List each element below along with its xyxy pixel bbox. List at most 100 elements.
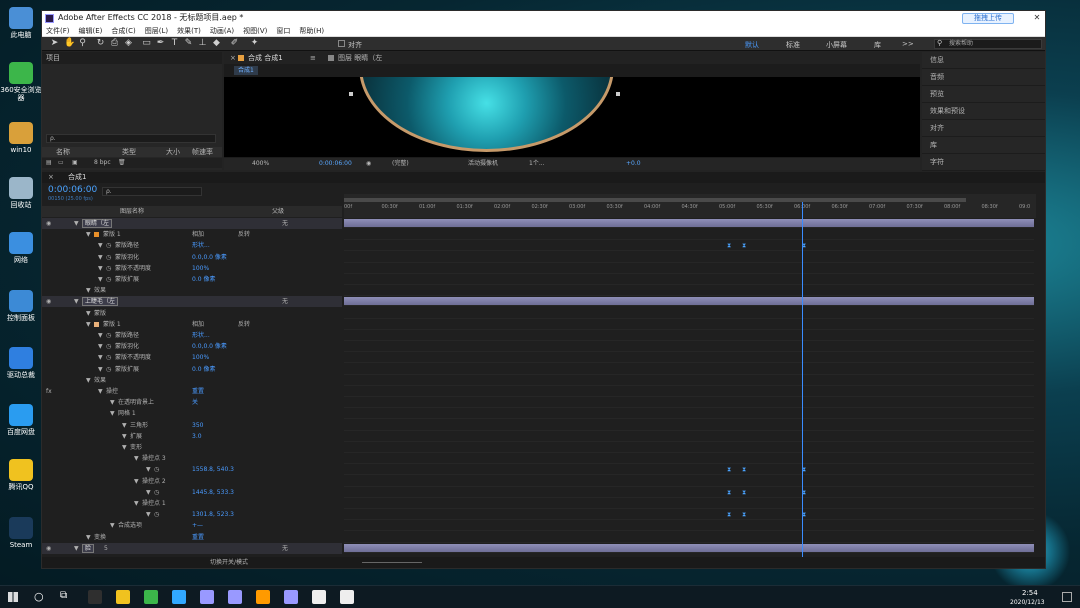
property-row[interactable]: ▼ ◷ 蒙版路径 形状... [42, 330, 342, 341]
property-row[interactable]: ▼ 效果 [42, 375, 342, 386]
property-value[interactable]: 1301.8, 523.3 [192, 509, 234, 520]
close-tab-icon[interactable]: × [230, 52, 236, 64]
right-panel-item[interactable]: 信息 [922, 52, 1045, 69]
hand-tool-icon[interactable]: ✋ [64, 39, 75, 48]
search-icon[interactable]: ○ [34, 590, 44, 603]
property-value[interactable]: 重置 [192, 532, 204, 543]
current-time-indicator[interactable] [802, 202, 803, 567]
track-row[interactable] [344, 375, 1034, 386]
twirl-icon[interactable]: ▼ [98, 274, 103, 285]
brush-tool-icon[interactable]: ✎ [184, 39, 193, 48]
twirl-icon[interactable]: ▼ [98, 252, 103, 263]
property-row[interactable]: ▼ 蒙版 [42, 308, 342, 319]
twirl-icon[interactable]: ▼ [98, 364, 103, 375]
right-panel-item[interactable]: 字符 [922, 154, 1045, 171]
property-row[interactable]: ▼ ◷ 蒙版路径 形状... [42, 240, 342, 251]
property-row[interactable]: ▼ ◷ 1558.8, 540.3 [42, 464, 342, 475]
mask-color-swatch[interactable] [94, 321, 99, 327]
property-row[interactable]: ▼ ◷ 1445.8, 533.3 [42, 487, 342, 498]
desktop-icon[interactable]: 网络 [0, 232, 42, 264]
taskbar-app-icon[interactable] [116, 590, 130, 604]
puppet-pin[interactable] [616, 92, 620, 96]
twirl-icon[interactable]: ▼ [86, 285, 91, 296]
track-row[interactable] [344, 352, 1034, 364]
twirl-icon[interactable]: ▼ [98, 263, 103, 274]
mask-mode-select[interactable]: 相加 [192, 229, 204, 240]
camera-select[interactable]: 活动摄像机 [468, 158, 498, 170]
taskbar-app-icon[interactable] [88, 590, 102, 604]
property-row[interactable]: ▼ ◷ 蒙版羽化 0.0,0.0 像素 [42, 341, 342, 352]
workspace-standard[interactable]: 标准 [786, 40, 800, 50]
work-area-bar[interactable] [344, 198, 966, 202]
property-row[interactable]: ▼ 操控点 1 [42, 498, 342, 509]
property-row[interactable]: ▼ ◷ 1301.8, 523.3 [42, 509, 342, 520]
twirl-icon[interactable]: ▼ [134, 453, 139, 464]
close-tab-icon[interactable]: × [48, 172, 54, 183]
twirl-icon[interactable]: ▼ [110, 397, 115, 408]
keyframe-icon[interactable]: ⧗ [742, 489, 747, 495]
right-panel-item[interactable]: 对齐 [922, 120, 1045, 137]
keyframe-icon[interactable]: ⧗ [727, 512, 732, 518]
track-row[interactable] [344, 408, 1034, 420]
current-time-display[interactable]: 0:00:06:00 [319, 158, 352, 170]
taskbar-date[interactable]: 2020/12/13 [1010, 599, 1045, 606]
views-select[interactable]: 1个... [529, 158, 545, 170]
fx-icon[interactable]: fx [46, 386, 52, 397]
taskbar-app-icon[interactable] [228, 590, 242, 604]
right-panel-item[interactable]: 预览 [922, 86, 1045, 103]
workspace-default[interactable]: 默认 [745, 40, 759, 50]
taskbar-time[interactable]: 2:54 [1022, 589, 1038, 597]
menu-item[interactable]: 视图(V) [243, 27, 267, 35]
property-value[interactable]: 0.0 像素 [192, 364, 215, 375]
right-panel-item[interactable]: 效果和预设 [922, 103, 1045, 120]
search-help-input[interactable]: 搜索帮助 [934, 39, 1042, 49]
twirl-icon[interactable]: ▼ [98, 330, 103, 341]
track-row[interactable] [344, 442, 1034, 453]
track-row[interactable] [344, 386, 1034, 397]
visibility-icon[interactable]: ◉ [46, 296, 51, 307]
track-row[interactable] [344, 319, 1034, 330]
taskbar-app-icon[interactable] [312, 590, 326, 604]
twirl-icon[interactable]: ▼ [134, 498, 139, 509]
track-row[interactable] [344, 431, 1034, 442]
property-value[interactable]: 形状... [192, 240, 210, 251]
property-row[interactable]: ▼ 扩展 3.0 [42, 431, 342, 442]
taskbar-app-icon[interactable] [340, 590, 354, 604]
parent-select[interactable]: 无 [282, 218, 288, 229]
property-row[interactable]: ▼ ◷ 蒙版扩展 0.0 像素 [42, 274, 342, 285]
taskbar-app-icon[interactable] [284, 590, 298, 604]
property-row[interactable]: ▼ 变形 [42, 442, 342, 453]
stopwatch-icon[interactable]: ◷ [154, 487, 159, 498]
exposure-value[interactable]: +0.0 [626, 158, 641, 170]
desktop-icon[interactable]: 腾讯QQ [0, 459, 42, 491]
magnification-select[interactable]: 400% [252, 158, 269, 170]
rotate-tool-icon[interactable]: ↻ [96, 39, 105, 48]
track-row[interactable]: ⧗ ⧗ ⧗ [344, 464, 1034, 476]
interpret-footage-icon[interactable]: ▤ [46, 158, 52, 168]
timeline-search-input[interactable]: ρ. [102, 187, 202, 196]
twirl-icon[interactable]: ▼ [74, 218, 79, 229]
workspace-small-screen[interactable]: 小屏幕 [826, 40, 847, 50]
property-value[interactable]: 0.0,0.0 像素 [192, 252, 227, 263]
layer-row[interactable]: ▼ ◉ 5 脸 无 [42, 542, 342, 554]
menu-item[interactable]: 图层(L) [145, 27, 168, 35]
twirl-icon[interactable]: ▼ [86, 375, 91, 386]
taskbar-app-icon[interactable] [256, 590, 270, 604]
toggle-switches-modes[interactable]: 切换开关/模式 [210, 557, 248, 568]
trash-icon[interactable]: 🗑 [118, 158, 126, 168]
mask-mode-select[interactable]: 相加 [192, 319, 204, 330]
parent-column[interactable]: 父级 [272, 206, 284, 217]
taskbar-app-icon[interactable] [200, 590, 214, 604]
type-tool-icon[interactable]: T [170, 39, 179, 48]
column-framerate[interactable]: 帧速率 [192, 147, 213, 157]
property-value[interactable]: 0.0,0.0 像素 [192, 341, 227, 352]
keyframe-icon[interactable]: ⧗ [727, 243, 732, 249]
stopwatch-icon[interactable]: ◷ [106, 274, 111, 285]
twirl-icon[interactable]: ▼ [98, 240, 103, 251]
right-panel-item[interactable]: 音频 [922, 69, 1045, 86]
selection-tool-icon[interactable]: ➤ [50, 39, 59, 48]
timeline-tab-label[interactable]: 合成1 [68, 172, 86, 183]
property-row[interactable]: ▼ 效果 [42, 285, 342, 296]
track-row[interactable] [344, 498, 1034, 509]
track-row[interactable] [344, 341, 1034, 353]
